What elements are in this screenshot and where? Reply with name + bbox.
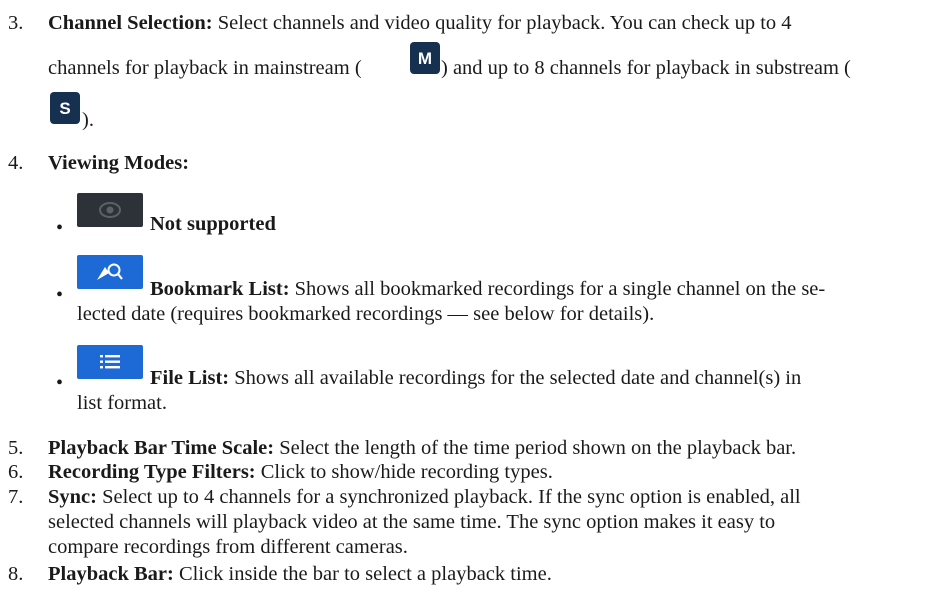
bullet: •: [56, 217, 64, 239]
item-line-2: selected channels will playback video at…: [48, 511, 776, 533]
bullet: •: [56, 284, 64, 306]
item-label: Recording Type Filters:: [48, 461, 256, 483]
mode-line-file: File List: Shows all available recording…: [150, 366, 801, 391]
item-line: Playback Bar Time Scale: Select the leng…: [48, 436, 796, 461]
mode-text: Shows all bookmarked recordings for a si…: [294, 278, 826, 300]
substream-badge-icon: S: [50, 92, 80, 124]
item-number: 6.: [8, 461, 24, 483]
item-line: Recording Type Filters: Click to show/hi…: [48, 460, 553, 485]
item-line-2b: ) and up to 8 channels for playback in s…: [441, 57, 851, 79]
item-label: Sync:: [48, 486, 97, 508]
mode-line-bookmark-2: lected date (requires bookmarked recordi…: [77, 303, 655, 325]
item-text: Click inside the bar to select a playbac…: [178, 563, 552, 585]
item-text: Select the length of the time period sho…: [279, 437, 797, 459]
mode-text: Shows all available recordings for the s…: [234, 367, 802, 389]
mode-line-bookmark: Bookmark List: Shows all bookmarked reco…: [150, 277, 825, 302]
list-icon: [77, 345, 143, 379]
item-number: 8.: [8, 563, 24, 585]
mode-label-file: File List:: [150, 367, 230, 389]
item-label: Playback Bar:: [48, 563, 174, 585]
item-line-1: Channel Selection: Select channels and v…: [48, 11, 792, 36]
item-text: Select up to 4 channels for a synchroniz…: [102, 486, 801, 508]
item-label: Playback Bar Time Scale:: [48, 437, 275, 459]
eye-icon: [77, 193, 143, 227]
item-number: 7.: [8, 486, 24, 508]
item-text: Click to show/hide recording types.: [260, 461, 553, 483]
item-line-3: compare recordings from different camera…: [48, 536, 408, 558]
item-line-2a: channels for playback in mainstream (: [48, 57, 362, 79]
item-line: Sync: Select up to 4 channels for a sync…: [48, 485, 801, 510]
item-label: Channel Selection:: [48, 12, 213, 34]
mode-label-bookmark: Bookmark List:: [150, 278, 290, 300]
item-number: 5.: [8, 437, 24, 459]
item-line-3: ).: [82, 109, 94, 131]
item-number: 4.: [8, 152, 24, 174]
item-text: Select channels and video quality for pl…: [217, 12, 792, 34]
item-number: 3.: [8, 12, 24, 34]
bullet: •: [56, 372, 64, 394]
mode-line-file-2: list format.: [77, 392, 167, 414]
bookmark-search-icon: [77, 255, 143, 289]
item-line: Playback Bar: Click inside the bar to se…: [48, 562, 552, 587]
mode-label-not-supported: Not supported: [150, 213, 276, 235]
item-label: Viewing Modes:: [48, 152, 190, 174]
mainstream-badge-icon: M: [410, 42, 440, 74]
